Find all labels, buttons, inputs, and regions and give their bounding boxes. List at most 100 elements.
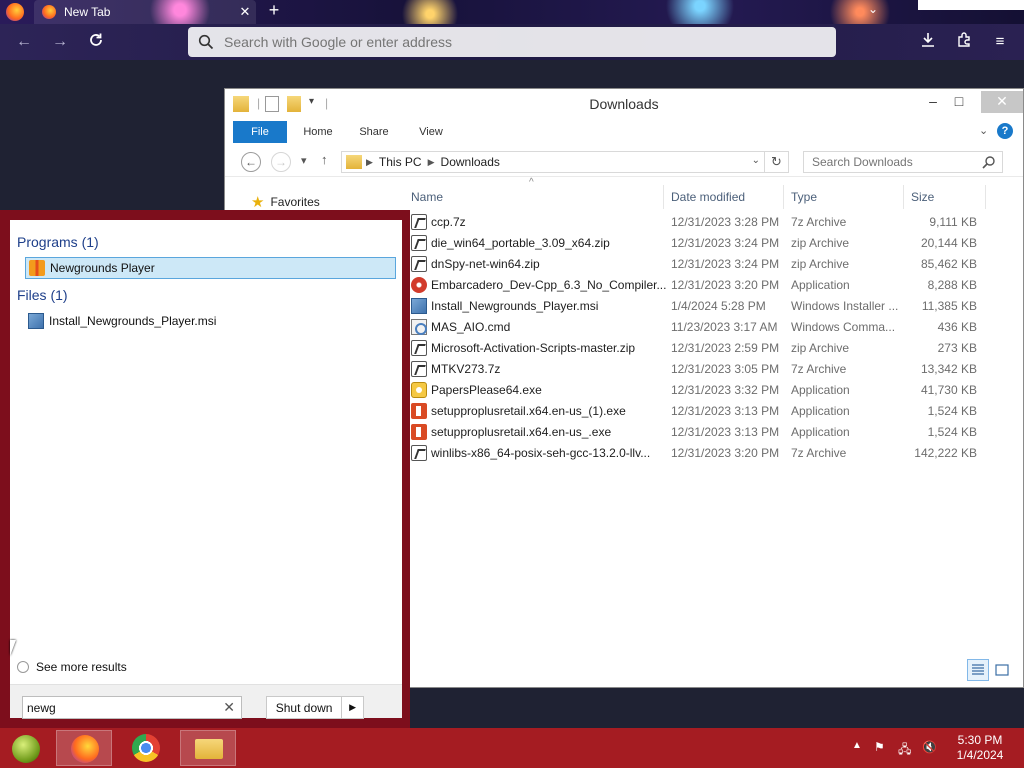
table-row[interactable]: winlibs-x86_64-posix-seh-gcc-13.2.0-llv.… bbox=[411, 443, 1011, 464]
nav-favorites[interactable]: ★ Favorites bbox=[251, 193, 320, 211]
file-type: Application bbox=[791, 425, 850, 439]
system-clock[interactable]: 5:30 PM 1/4/2024 bbox=[940, 733, 1020, 763]
tab-file[interactable]: File bbox=[233, 121, 287, 143]
start-menu-panel: Programs (1) Newgrounds Player Files (1)… bbox=[10, 220, 402, 719]
explorer-search[interactable] bbox=[803, 151, 1003, 173]
column-divider[interactable] bbox=[783, 185, 784, 209]
table-row[interactable]: PapersPlease64.exe 12/31/2023 3:32 PM Ap… bbox=[411, 380, 1011, 401]
details-view-icon[interactable] bbox=[967, 659, 989, 681]
back-arrow-icon[interactable]: ← bbox=[14, 32, 34, 52]
taskbar-firefox[interactable] bbox=[56, 730, 112, 766]
start-search-box[interactable]: ✕ bbox=[22, 696, 242, 719]
table-row[interactable]: Embarcadero_Dev-Cpp_6.3_No_Compiler... 1… bbox=[411, 275, 1011, 296]
tab-share[interactable]: Share bbox=[351, 121, 397, 143]
breadcrumb-separator-icon-2: ▶ bbox=[427, 156, 435, 167]
table-row[interactable]: MTKV273.7z 12/31/2023 3:05 PM 7z Archive… bbox=[411, 359, 1011, 380]
list-all-tabs-icon[interactable]: ⌄ bbox=[864, 2, 882, 20]
column-header-type[interactable]: Type bbox=[791, 185, 817, 209]
table-row[interactable]: setupproplusretail.x64.en-us_.exe 12/31/… bbox=[411, 422, 1011, 443]
cmd-icon bbox=[411, 319, 427, 335]
downloads-icon[interactable] bbox=[918, 32, 938, 52]
browser-window-controls[interactable] bbox=[918, 0, 1024, 10]
start-search-input[interactable] bbox=[23, 697, 213, 718]
show-hidden-icons-icon[interactable]: ▲ bbox=[852, 740, 862, 751]
up-arrow-icon[interactable]: ↑ bbox=[321, 152, 328, 167]
file-type: Application bbox=[791, 404, 850, 418]
ribbon-tabs: File Home Share View ⌄ ? bbox=[233, 121, 1017, 143]
recent-locations-icon[interactable]: ▾ bbox=[301, 154, 307, 167]
new-tab-button[interactable]: + bbox=[262, 0, 286, 24]
breadcrumb-downloads[interactable]: Downloads bbox=[441, 155, 500, 169]
result-install-newgrounds-msi[interactable]: Install_Newgrounds_Player.msi bbox=[25, 310, 396, 332]
taskbar-chrome[interactable] bbox=[118, 730, 174, 766]
breadcrumb[interactable]: ▶ This PC ▶ Downloads ⌄ bbox=[341, 151, 765, 173]
folder-icon bbox=[195, 739, 223, 759]
file-date: 12/31/2023 3:32 PM bbox=[671, 383, 780, 397]
start-orb-icon[interactable] bbox=[12, 735, 40, 763]
archive-icon bbox=[411, 214, 427, 230]
file-date: 12/31/2023 3:05 PM bbox=[671, 362, 780, 376]
table-row[interactable]: die_win64_portable_3.09_x64.zip 12/31/20… bbox=[411, 233, 1011, 254]
tab-close-icon[interactable]: ✕ bbox=[234, 4, 256, 20]
column-header-size[interactable]: Size bbox=[911, 185, 934, 209]
file-size: 142,222 KB bbox=[914, 446, 977, 460]
address-dropdown-icon[interactable]: ⌄ bbox=[752, 155, 760, 166]
file-name: PapersPlease64.exe bbox=[431, 383, 542, 397]
refresh-icon[interactable]: ↻ bbox=[765, 151, 789, 173]
reload-icon[interactable] bbox=[86, 32, 106, 52]
star-icon: ★ bbox=[251, 194, 265, 211]
table-row[interactable]: Microsoft-Activation-Scripts-master.zip … bbox=[411, 338, 1011, 359]
result-label: Install_Newgrounds_Player.msi bbox=[49, 314, 217, 328]
large-icons-view-icon[interactable] bbox=[991, 659, 1013, 681]
forward-icon[interactable]: → bbox=[271, 152, 291, 172]
forward-arrow-icon[interactable]: → bbox=[50, 32, 70, 52]
table-row[interactable]: ccp.7z 12/31/2023 3:28 PM 7z Archive 9,1… bbox=[411, 212, 1011, 233]
url-input[interactable] bbox=[224, 34, 784, 50]
table-row[interactable]: setupproplusretail.x64.en-us_(1).exe 12/… bbox=[411, 401, 1011, 422]
file-size: 20,144 KB bbox=[920, 236, 977, 250]
see-more-results[interactable]: See more results bbox=[17, 660, 127, 674]
menu-hamburger-icon[interactable]: ≡ bbox=[990, 32, 1010, 52]
view-switcher bbox=[967, 659, 1017, 681]
browser-tab-new-tab[interactable]: New Tab ✕ bbox=[34, 0, 256, 24]
minimize-button[interactable]: – bbox=[919, 91, 947, 113]
ribbon-expand-icon[interactable]: ⌄ bbox=[979, 124, 988, 137]
papers-please-icon bbox=[411, 382, 427, 398]
volume-muted-icon[interactable]: 🔇 bbox=[922, 740, 937, 754]
clear-search-icon[interactable]: ✕ bbox=[223, 699, 235, 716]
extensions-icon[interactable] bbox=[954, 32, 974, 52]
shutdown-button[interactable]: Shut down ▶ bbox=[266, 696, 364, 719]
table-row[interactable]: MAS_AIO.cmd 11/23/2023 3:17 AM Windows C… bbox=[411, 317, 1011, 338]
newgrounds-icon bbox=[29, 260, 45, 276]
column-divider[interactable] bbox=[985, 185, 986, 209]
explorer-search-input[interactable] bbox=[804, 152, 974, 172]
column-divider[interactable] bbox=[903, 185, 904, 209]
breadcrumb-this-pc[interactable]: This PC bbox=[379, 155, 422, 169]
column-header-name[interactable]: Name bbox=[411, 185, 443, 209]
close-button[interactable]: ✕ bbox=[981, 91, 1023, 113]
file-date: 12/31/2023 3:24 PM bbox=[671, 236, 780, 250]
network-icon[interactable]: 🖧 bbox=[898, 740, 911, 761]
see-more-label: See more results bbox=[36, 660, 127, 674]
tab-home[interactable]: Home bbox=[295, 121, 341, 143]
maximize-button[interactable]: □ bbox=[945, 91, 973, 113]
clock-time: 5:30 PM bbox=[957, 733, 1003, 747]
taskbar-file-explorer[interactable] bbox=[180, 730, 236, 766]
file-name: setupproplusretail.x64.en-us_.exe bbox=[431, 425, 612, 439]
table-row[interactable]: dnSpy-net-win64.zip 12/31/2023 3:24 PM z… bbox=[411, 254, 1011, 275]
file-size: 9,111 KB bbox=[929, 215, 977, 229]
column-divider[interactable] bbox=[663, 185, 664, 209]
address-bar[interactable] bbox=[188, 27, 836, 57]
chrome-icon bbox=[132, 734, 160, 762]
action-center-flag-icon[interactable]: ⚑ bbox=[874, 740, 885, 754]
file-date: 12/31/2023 3:20 PM bbox=[671, 446, 780, 460]
help-icon[interactable]: ? bbox=[997, 123, 1013, 139]
file-type: 7z Archive bbox=[791, 215, 847, 229]
tab-view[interactable]: View bbox=[409, 121, 453, 143]
archive-icon bbox=[411, 340, 427, 356]
shutdown-options-arrow-icon[interactable]: ▶ bbox=[341, 697, 363, 718]
column-header-date[interactable]: Date modified bbox=[671, 185, 745, 209]
result-newgrounds-player[interactable]: Newgrounds Player bbox=[25, 257, 396, 279]
table-row[interactable]: Install_Newgrounds_Player.msi 1/4/2024 5… bbox=[411, 296, 1011, 317]
back-icon[interactable]: ← bbox=[241, 152, 261, 172]
